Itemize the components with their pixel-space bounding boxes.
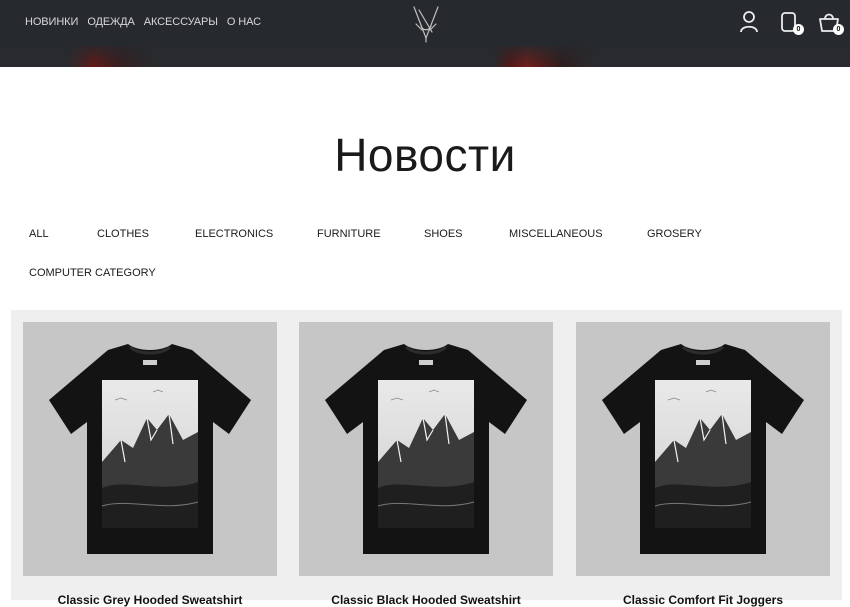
product-name[interactable]: Classic Grey Hooded Sweatshirt [23,593,277,607]
category-all[interactable]: ALL [29,228,97,240]
category-clothes[interactable]: CLOTHES [97,228,195,240]
category-miscellaneous[interactable]: MISCELLANEOUS [509,228,647,240]
product-card[interactable]: Classic Grey Hooded Sweatshirt [23,322,277,607]
cart-icon[interactable]: 0 [818,10,844,35]
category-furniture[interactable]: FURNITURE [317,228,424,240]
product-name[interactable]: Classic Black Hooded Sweatshirt [299,593,553,607]
account-icon[interactable] [738,10,760,34]
header-actions: 0 0 [738,10,844,35]
product-card[interactable]: Classic Black Hooded Sweatshirt [299,322,553,607]
cart-count-badge: 0 [833,24,844,35]
hero-banner [0,46,850,67]
product-card[interactable]: Classic Comfort Fit Joggers [576,322,830,607]
product-image[interactable] [576,322,830,576]
favorites-icon[interactable]: 0 [778,10,804,35]
category-filter-row: ALL CLOTHES ELECTRONICS FURNITURE SHOES … [29,228,702,240]
nav-bar: НОВИНКИ ОДЕЖДА АКСЕССУАРЫ О НАС 0 0 [0,0,850,46]
category-electronics[interactable]: ELECTRONICS [195,228,317,240]
brand-logo-icon[interactable] [410,4,442,44]
nav-link-new[interactable]: НОВИНКИ [25,16,78,28]
favorites-count-badge: 0 [793,24,804,35]
category-grosery[interactable]: GROSERY [647,228,702,240]
product-name[interactable]: Classic Comfort Fit Joggers [576,593,830,607]
product-image[interactable] [23,322,277,576]
category-shoes[interactable]: SHOES [424,228,509,240]
nav-link-clothing[interactable]: ОДЕЖДА [87,16,135,28]
header: НОВИНКИ ОДЕЖДА АКСЕССУАРЫ О НАС 0 0 [0,0,850,67]
category-filter-row-2: COMPUTER CATEGORY [29,267,156,279]
product-image[interactable] [299,322,553,576]
category-computer[interactable]: COMPUTER CATEGORY [29,267,156,279]
main-nav: НОВИНКИ ОДЕЖДА АКСЕССУАРЫ О НАС [25,16,261,28]
page-title: Новости [334,129,516,181]
nav-link-accessories[interactable]: АКСЕССУАРЫ [144,16,218,28]
nav-link-about[interactable]: О НАС [227,16,261,28]
